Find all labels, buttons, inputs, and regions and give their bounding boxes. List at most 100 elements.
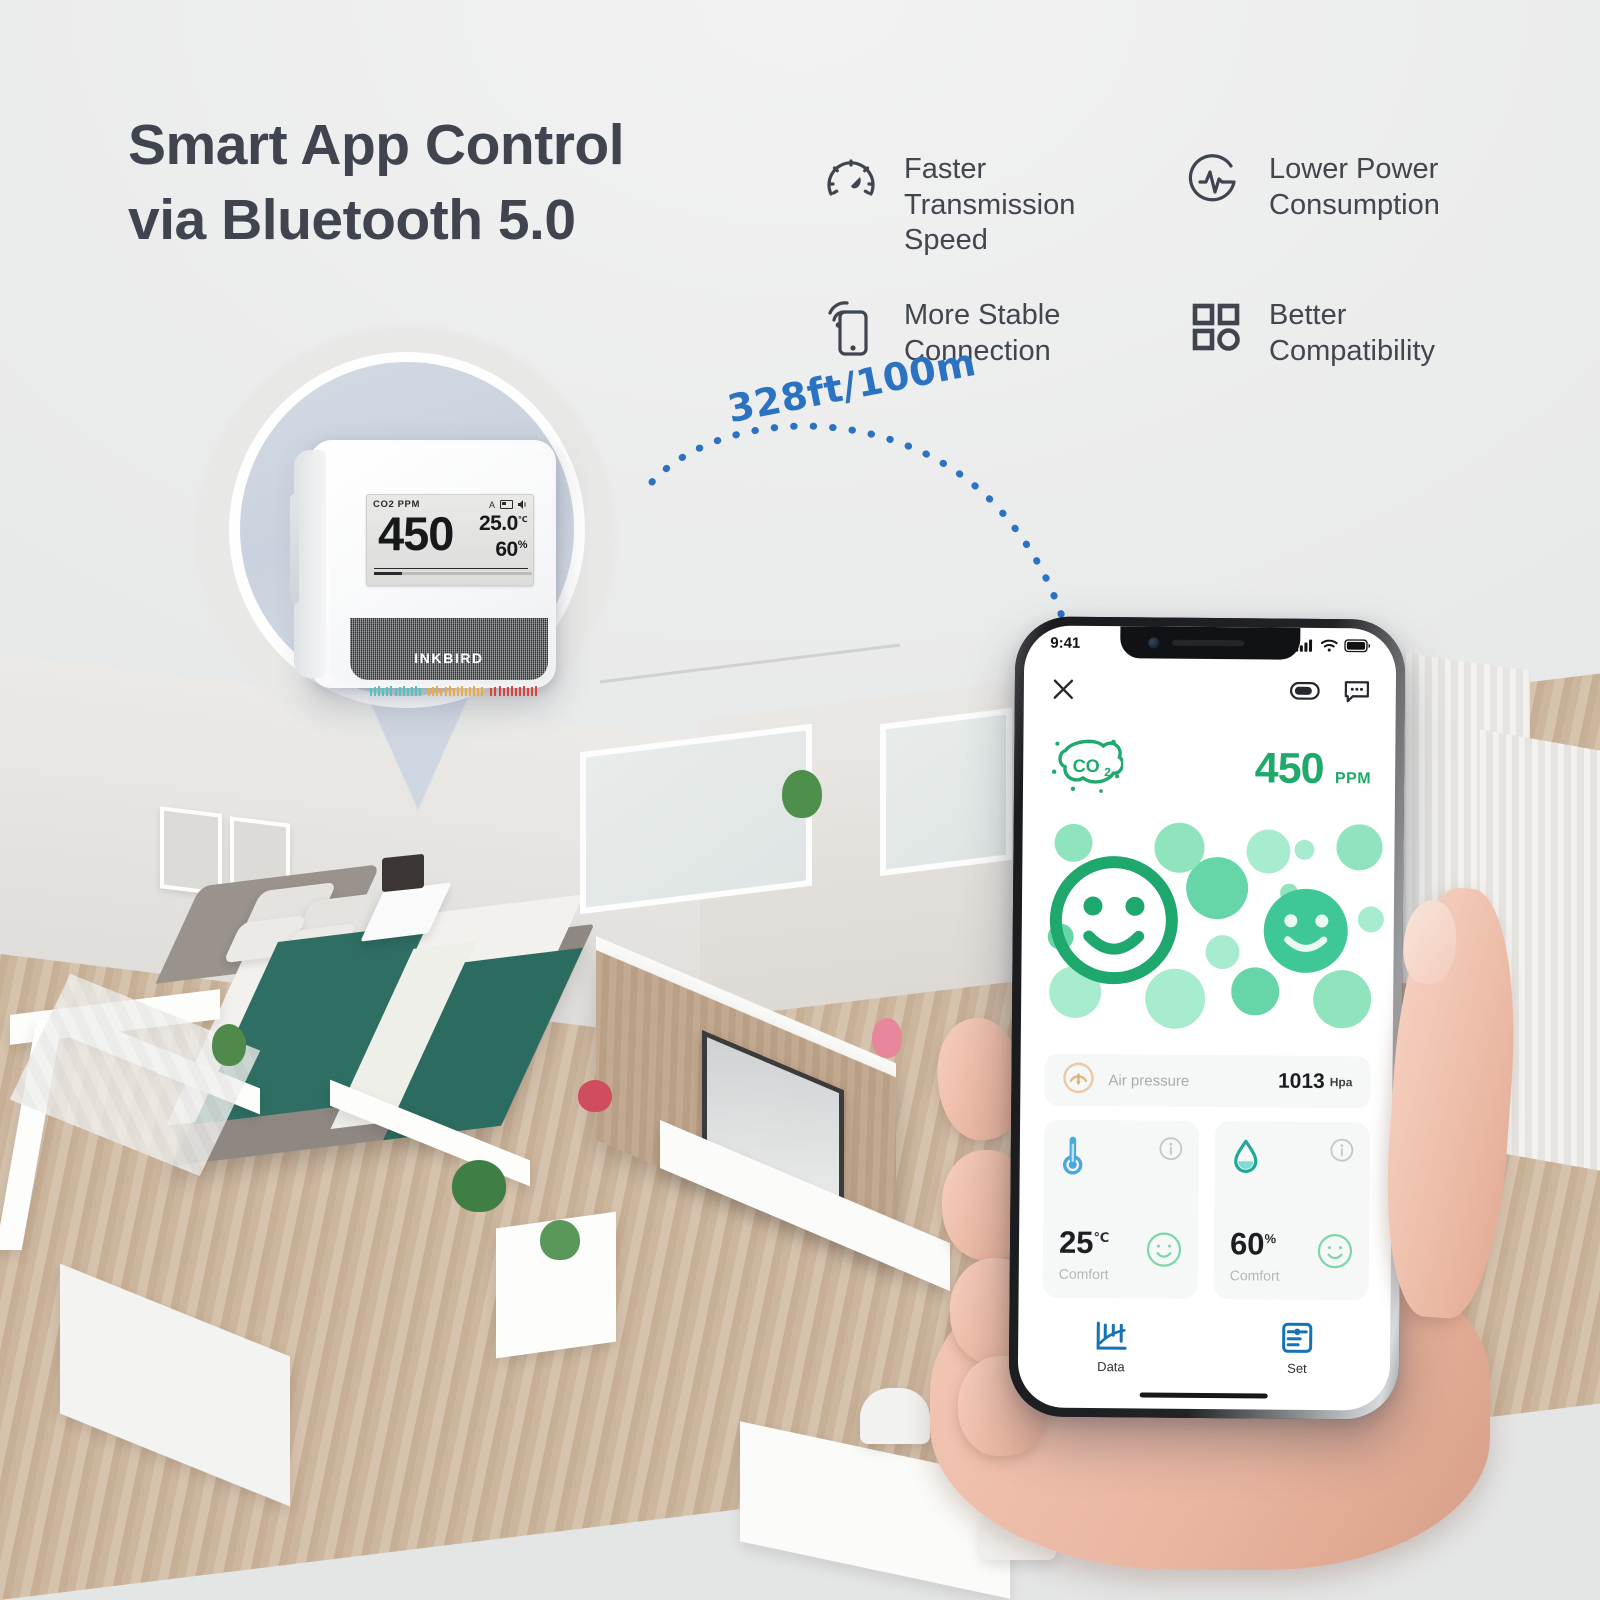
thermometer-icon xyxy=(1060,1136,1086,1181)
lcd-auto-indicator: A xyxy=(488,499,495,510)
lcd-progress-bar xyxy=(374,572,532,575)
lcd-sound-icon xyxy=(518,500,526,509)
pressure-label: Air pressure xyxy=(1108,1071,1190,1090)
temperature-reading: 25℃ Comfort xyxy=(1058,1224,1110,1283)
svg-text:2: 2 xyxy=(1104,765,1111,779)
message-icon[interactable] xyxy=(1342,676,1372,706)
co2-level-color-bar xyxy=(368,683,538,696)
device-side-panel xyxy=(290,450,326,678)
card-body: 25℃ Comfort xyxy=(1058,1224,1182,1283)
co2-badge-icon: CO 2 xyxy=(1049,736,1125,800)
temperature-status: Comfort xyxy=(1058,1265,1109,1283)
level-bar-segment xyxy=(428,686,484,696)
headline-line-2: via Bluetooth 5.0 xyxy=(128,188,576,253)
card-header xyxy=(1231,1137,1354,1181)
picture-frame xyxy=(160,806,222,896)
lcd-temp-value: 25.0 xyxy=(478,512,518,535)
tab-data[interactable]: Data xyxy=(1018,1319,1204,1375)
front-camera xyxy=(1148,637,1160,649)
lcd-divider xyxy=(374,567,528,569)
tab-set-label: Set xyxy=(1287,1360,1307,1376)
feature-label: Better Compatibility xyxy=(1269,299,1435,367)
speedometer-icon xyxy=(820,150,882,212)
feature-list: Faster Transmission Speed Lower Power Consu… xyxy=(820,150,1520,369)
card-header xyxy=(1060,1136,1183,1182)
card-body: 60% Comfort xyxy=(1229,1226,1353,1284)
co2-unit: PPM xyxy=(1334,770,1372,788)
pressure-unit: Hpa xyxy=(1329,1075,1353,1090)
info-icon[interactable] xyxy=(1159,1137,1183,1166)
lcd-co2-value: 450 xyxy=(378,507,454,560)
humidity-card[interactable]: 60% Comfort xyxy=(1213,1121,1371,1301)
headline-line-1: Smart App Control xyxy=(128,113,625,177)
smiley-faces-group xyxy=(1049,856,1348,985)
potted-plant xyxy=(452,1160,506,1212)
smartphone: 9:41 CO 2 450 PPM Air pressure 1013 Hpa … xyxy=(1008,616,1406,1420)
potted-plant xyxy=(212,1024,246,1066)
lcd-temp-unit: ℃ xyxy=(517,515,528,524)
temperature-value-wrap: 25℃ xyxy=(1058,1224,1110,1261)
close-icon[interactable] xyxy=(1048,674,1078,704)
tab-set[interactable]: Set xyxy=(1204,1321,1390,1377)
compatibility-grid-icon xyxy=(1185,296,1247,358)
dining-chair xyxy=(860,1388,930,1444)
phone-signal-icon xyxy=(820,296,882,358)
humidity-unit: % xyxy=(1264,1231,1277,1247)
humidity-value: 60 xyxy=(1229,1226,1265,1262)
lcd-battery-icon xyxy=(500,500,513,509)
lcd-side-values: 25.0℃ 60% xyxy=(478,512,528,560)
tab-data-label: Data xyxy=(1097,1359,1125,1375)
pressure-value: 1013 xyxy=(1277,1069,1325,1094)
lcd-hum-value: 60 xyxy=(495,538,518,561)
feature-label: Lower Power Consumption xyxy=(1269,153,1440,221)
humidity-drop-icon xyxy=(1231,1137,1261,1180)
sensor-cards: 25℃ Comfort 60% Comfort xyxy=(1042,1119,1371,1301)
pulse-circle-icon xyxy=(1185,150,1247,212)
lcd-hum-unit: % xyxy=(517,539,528,551)
info-icon[interactable] xyxy=(1330,1138,1354,1167)
feature-faster-transmission-speed: Faster Transmission Speed xyxy=(820,150,1185,296)
co2-sensor-device: CO2 PPM A 450 25.0℃ 60% INKBIRD xyxy=(290,440,556,696)
page-title: Smart App Control via Bluetooth 5.0 xyxy=(128,108,848,258)
status-time: 9:41 xyxy=(1050,634,1081,652)
app-toolbar xyxy=(1024,665,1396,714)
device-vent xyxy=(290,494,299,604)
battery-icon xyxy=(1344,638,1371,652)
phone-notch xyxy=(1120,626,1301,660)
co2-summary-row: CO 2 450 PPM xyxy=(1049,736,1372,802)
device-fabric-panel: INKBIRD xyxy=(350,618,548,680)
device-brand-label: INKBIRD xyxy=(414,650,484,666)
toolbar-actions xyxy=(1289,676,1372,707)
feature-lower-power-consumption: Lower Power Consumption xyxy=(1185,150,1520,296)
device-lcd-screen: CO2 PPM A 450 25.0℃ 60% xyxy=(366,494,534,586)
humidity-reading: 60% Comfort xyxy=(1229,1226,1280,1284)
flower-vase xyxy=(872,1018,902,1058)
lcd-indicators: A xyxy=(489,500,528,510)
smiley-icon xyxy=(1317,1233,1353,1274)
humidity-value-wrap: 60% xyxy=(1229,1226,1280,1262)
wifi-icon xyxy=(1320,639,1338,652)
window xyxy=(880,707,1012,877)
temperature-value: 25 xyxy=(1058,1224,1094,1261)
status-indicators xyxy=(1295,638,1371,652)
device-front-face: CO2 PPM A 450 25.0℃ 60% INKBIRD xyxy=(330,446,552,696)
feature-label: Faster Transmission Speed xyxy=(904,153,1076,257)
level-bar-segment xyxy=(490,686,538,696)
potted-plant xyxy=(782,770,822,818)
humidity-status: Comfort xyxy=(1229,1267,1280,1284)
lcd-temperature: 25.0℃ xyxy=(478,512,528,535)
device-battery-icon[interactable] xyxy=(1289,676,1320,706)
feature-better-compatibility: Better Compatibility xyxy=(1185,296,1520,369)
pressure-gauge-icon xyxy=(1062,1061,1094,1098)
co2-value: 450 xyxy=(1254,744,1324,794)
temperature-unit: ℃ xyxy=(1093,1229,1110,1245)
home-indicator xyxy=(1139,1392,1268,1399)
phone-screen: 9:41 CO 2 450 PPM Air pressure 1013 Hpa … xyxy=(1017,625,1397,1411)
temperature-card[interactable]: 25℃ Comfort xyxy=(1042,1119,1200,1299)
lcd-humidity: 60% xyxy=(479,539,527,560)
table-lamp xyxy=(382,853,424,893)
poster-canvas: Smart App Control via Bluetooth 5.0 Fast… xyxy=(0,0,1600,1600)
level-bar-segment xyxy=(370,686,422,696)
air-quality-bubble-graphic xyxy=(1035,816,1396,1029)
air-pressure-card[interactable]: Air pressure 1013 Hpa xyxy=(1044,1053,1371,1109)
